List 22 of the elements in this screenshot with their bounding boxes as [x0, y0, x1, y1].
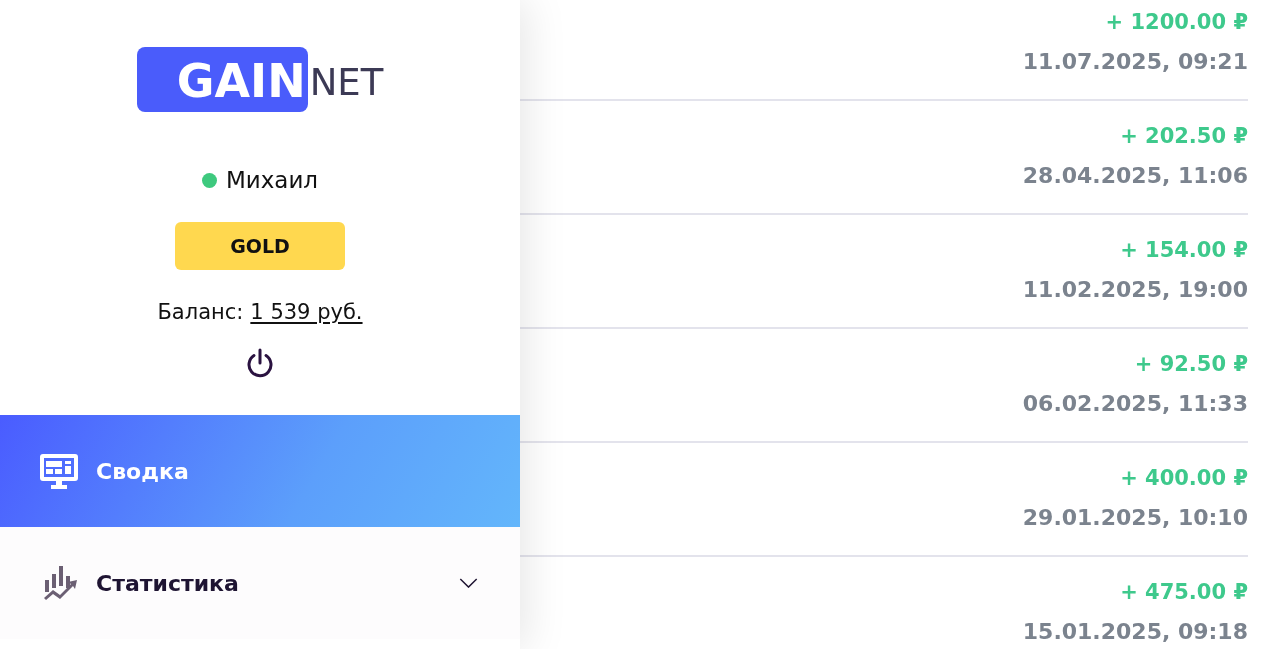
- transaction-date: 06.02.2025, 11:33: [1022, 390, 1248, 418]
- tier-badge: GOLD: [175, 222, 345, 270]
- transaction-date: 28.04.2025, 11:06: [1022, 162, 1248, 190]
- chart-icon: [44, 566, 78, 600]
- transaction-amount: + 1200.00 ₽: [1105, 9, 1248, 35]
- balance-label: Баланс:: [157, 300, 244, 324]
- user-name: Михаил: [225, 167, 319, 193]
- transaction-amount: + 202.50 ₽: [1120, 123, 1248, 149]
- logo-mark: GAIN: [136, 47, 308, 112]
- menu-item[interactable]: Статистика: [0, 527, 520, 639]
- transaction-amount: + 400.00 ₽: [1120, 465, 1248, 491]
- transaction-amount: + 475.00 ₽: [1120, 579, 1248, 605]
- balance-link[interactable]: 1 539 руб.: [250, 300, 363, 324]
- logo-text: NET: [308, 60, 384, 106]
- monitor-icon: [40, 453, 78, 489]
- menu-item[interactable]: Сводка: [0, 415, 520, 527]
- transaction-date: 11.02.2025, 19:00: [1022, 276, 1248, 304]
- transaction-amount: + 92.50 ₽: [1134, 351, 1248, 377]
- transaction-date: 15.01.2025, 09:18: [1022, 618, 1248, 646]
- transaction-amount: + 154.00 ₽: [1120, 237, 1248, 263]
- transaction-date: 11.07.2025, 09:21: [1022, 48, 1248, 76]
- transaction-date: 29.01.2025, 10:10: [1022, 504, 1248, 532]
